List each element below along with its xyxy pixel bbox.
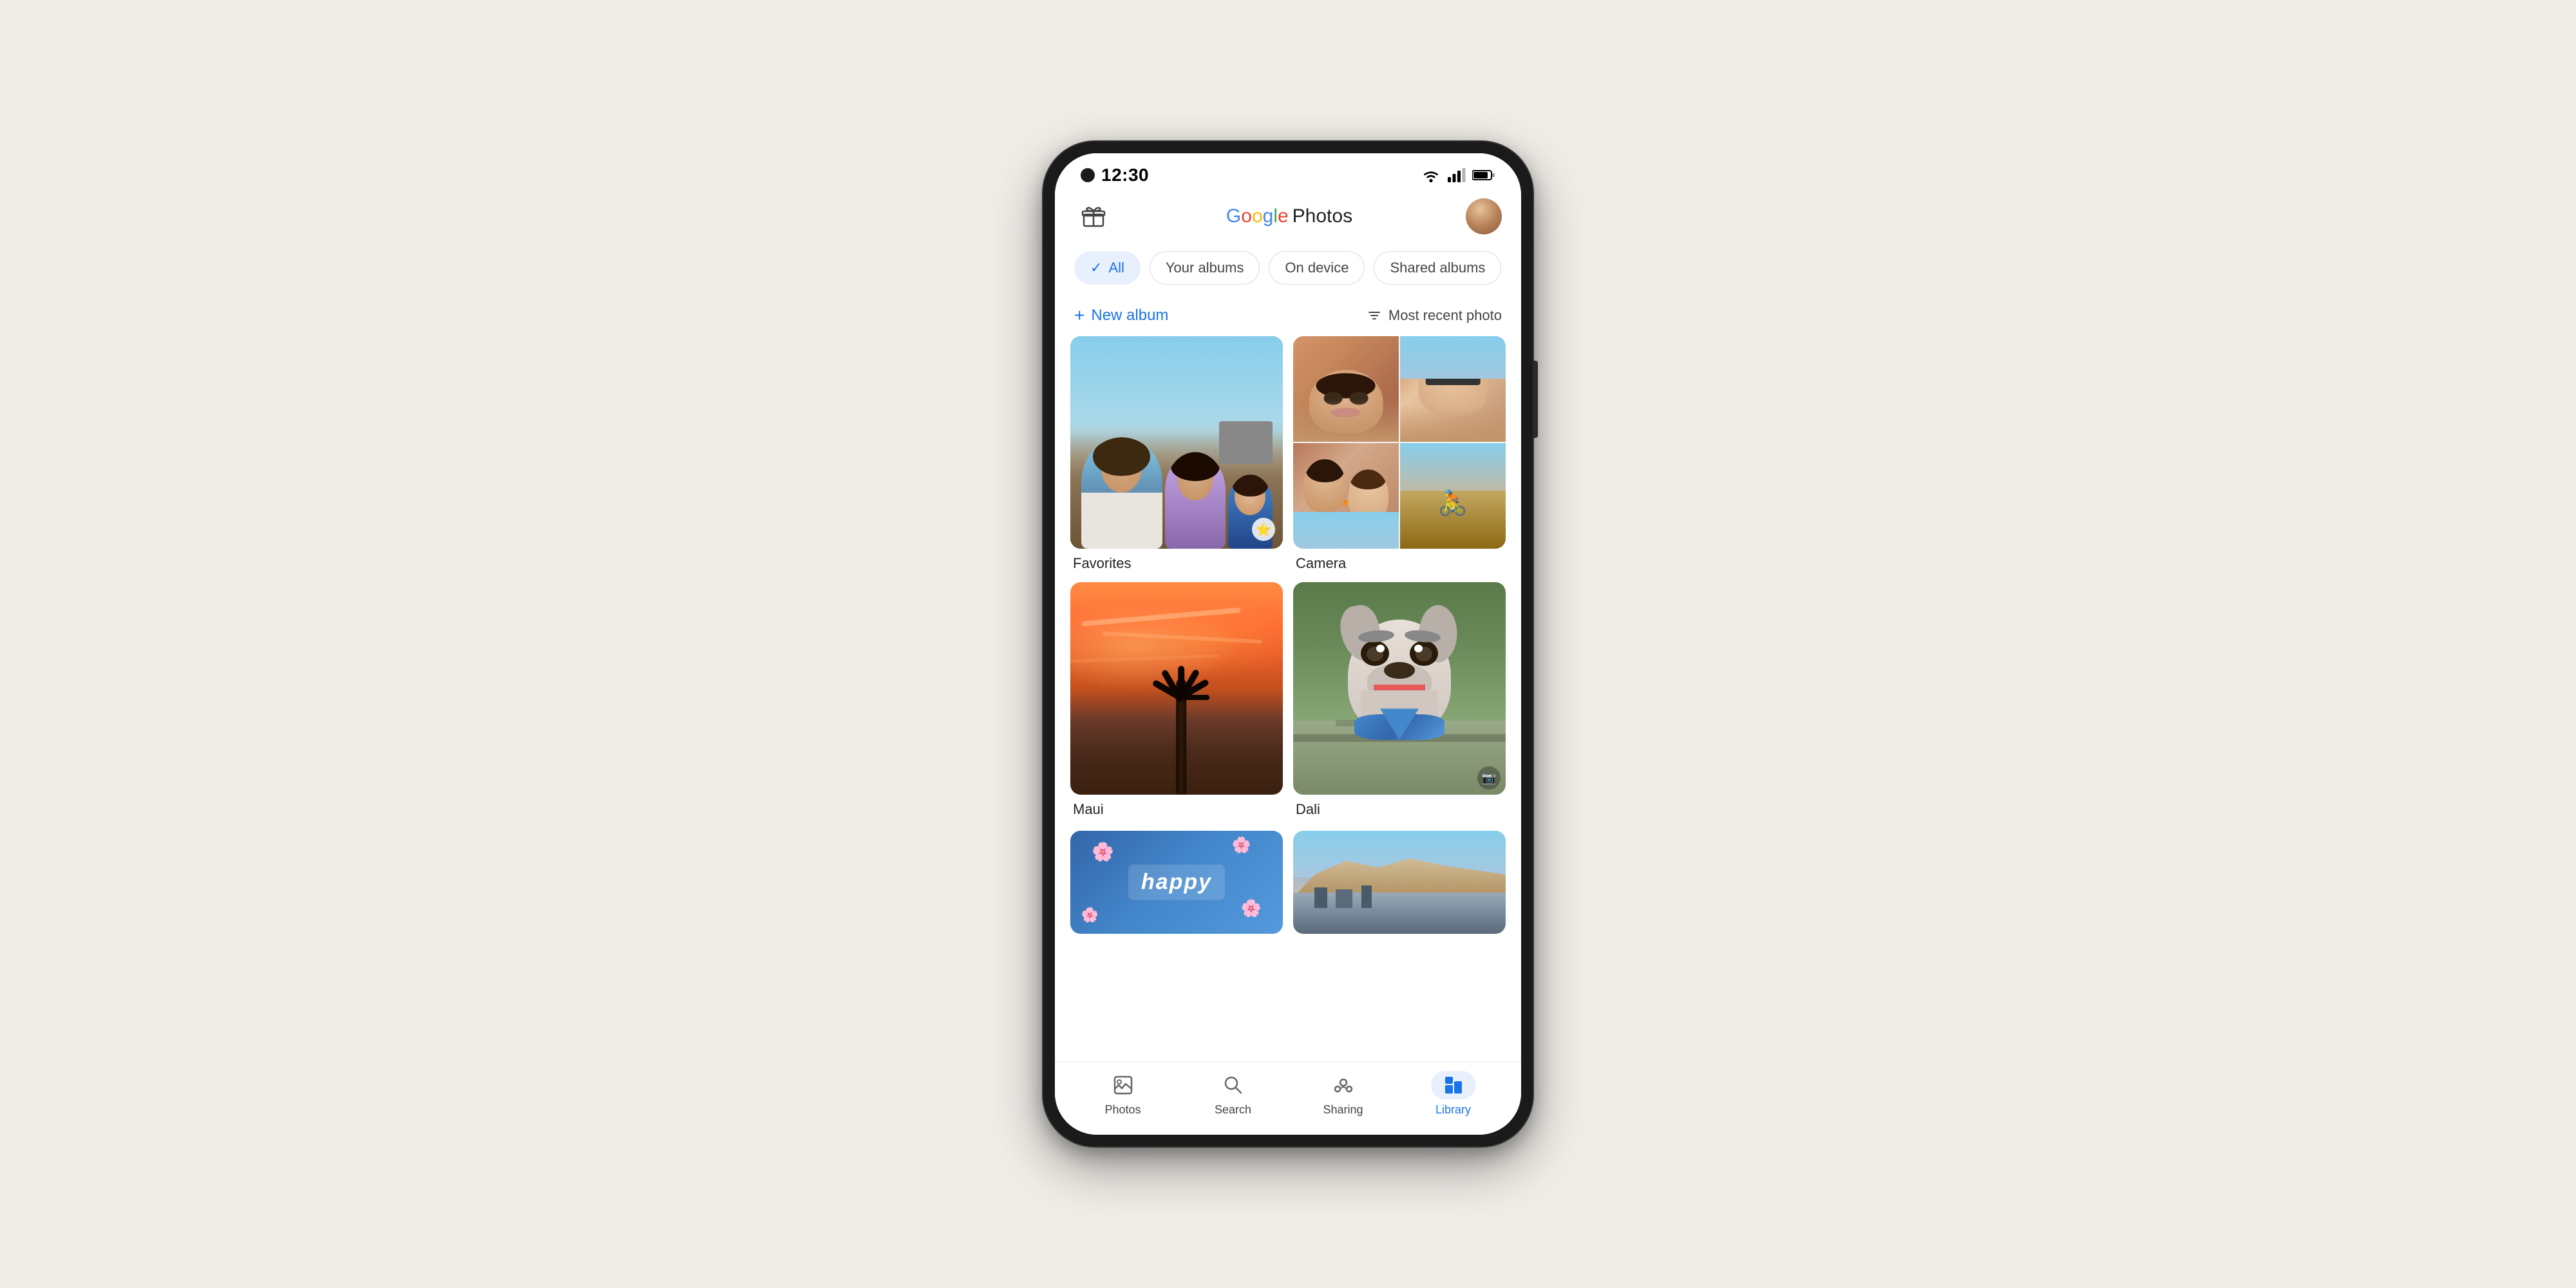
cam-cell-3 (1293, 443, 1399, 549)
search-icon (1223, 1075, 1244, 1095)
plus-icon: + (1074, 305, 1084, 326)
album-name-favorites: Favorites (1070, 555, 1283, 572)
tab-shared-albums[interactable]: Shared albums (1374, 251, 1501, 285)
gift-icon-btn[interactable] (1074, 197, 1113, 236)
cam-cell-1 (1293, 336, 1399, 442)
bottom-nav: Photos Search (1055, 1061, 1521, 1135)
cam-cell-2 (1400, 336, 1506, 442)
album-thumb-maui (1070, 582, 1283, 795)
new-album-label: New album (1091, 307, 1168, 325)
sort-button[interactable]: Most recent photo (1367, 307, 1502, 324)
status-bar: 12:30 (1055, 153, 1521, 191)
album-name-camera: Camera (1293, 555, 1506, 572)
status-time: 12:30 (1101, 165, 1149, 185)
album-item-camera[interactable]: 🚴 Camera (1293, 336, 1506, 572)
library-icon (1443, 1075, 1464, 1095)
album-name-dali: Dali (1293, 801, 1506, 818)
avatar[interactable] (1466, 198, 1502, 234)
sharing-icon (1333, 1075, 1354, 1095)
library-icon-wrap (1431, 1071, 1476, 1099)
nav-sharing-label: Sharing (1323, 1103, 1363, 1117)
sort-icon (1367, 308, 1382, 323)
battery-icon (1472, 169, 1495, 182)
action-bar: + New album Most recent photo (1055, 295, 1521, 336)
filter-tabs: ✓ All Your albums On device Shared album… (1055, 246, 1521, 295)
nav-photos-label: Photos (1104, 1103, 1141, 1117)
album-thumb-dali: 📷 (1293, 582, 1506, 795)
nav-library-label: Library (1435, 1103, 1471, 1117)
gift-icon (1081, 204, 1106, 229)
scroll-content[interactable]: + New album Most recent photo (1055, 295, 1521, 1061)
albums-grid: ⭐ Favorites (1055, 336, 1521, 831)
album-thumb-city (1293, 831, 1506, 934)
cam-cell-4: 🚴 (1400, 443, 1506, 549)
album-item-favorites[interactable]: ⭐ Favorites (1070, 336, 1283, 572)
phone-screen: 12:30 (1055, 153, 1521, 1135)
album-item-city[interactable] (1293, 831, 1506, 934)
nav-item-library[interactable]: Library (1421, 1071, 1486, 1117)
sort-label: Most recent photo (1388, 307, 1502, 324)
check-icon: ✓ (1090, 260, 1102, 276)
search-icon-wrap (1211, 1071, 1256, 1099)
album-thumb-camera: 🚴 (1293, 336, 1506, 549)
nav-item-search[interactable]: Search (1201, 1071, 1265, 1117)
camera-dot (1081, 168, 1095, 182)
app-bar: Google Photos (1055, 191, 1521, 246)
tab-your-albums-label: Your albums (1166, 260, 1244, 276)
tab-all[interactable]: ✓ All (1074, 251, 1141, 285)
google-photos-logo: Google Photos (1226, 205, 1352, 227)
nav-item-photos[interactable]: Photos (1091, 1071, 1155, 1117)
nav-item-sharing[interactable]: Sharing (1311, 1071, 1376, 1117)
album-item-dali[interactable]: 📷 Dali (1293, 582, 1506, 818)
new-album-button[interactable]: + New album (1074, 305, 1168, 326)
album-thumb-happy: 🌸 🌸 🌸 🌸 happy (1070, 831, 1283, 934)
tab-your-albums[interactable]: Your albums (1150, 251, 1260, 285)
tab-shared-albums-label: Shared albums (1390, 260, 1485, 276)
album-item-maui[interactable]: Maui (1070, 582, 1283, 818)
tab-on-device-label: On device (1285, 260, 1349, 276)
nav-search-label: Search (1215, 1103, 1251, 1117)
photos-icon-wrap (1101, 1071, 1146, 1099)
tab-on-device[interactable]: On device (1269, 251, 1365, 285)
album-thumb-favorites: ⭐ (1070, 336, 1283, 549)
status-icons (1421, 165, 1495, 185)
signal-icon (1448, 168, 1466, 182)
tab-all-label: All (1108, 260, 1124, 276)
albums-partial: 🌸 🌸 🌸 🌸 happy (1055, 831, 1521, 947)
wifi-icon (1421, 165, 1441, 185)
phone-wrapper: 12:30 (1043, 142, 1533, 1146)
sharing-icon-wrap (1321, 1071, 1366, 1099)
album-item-happy[interactable]: 🌸 🌸 🌸 🌸 happy (1070, 831, 1283, 934)
photos-icon (1113, 1075, 1133, 1095)
album-name-maui: Maui (1070, 801, 1283, 818)
